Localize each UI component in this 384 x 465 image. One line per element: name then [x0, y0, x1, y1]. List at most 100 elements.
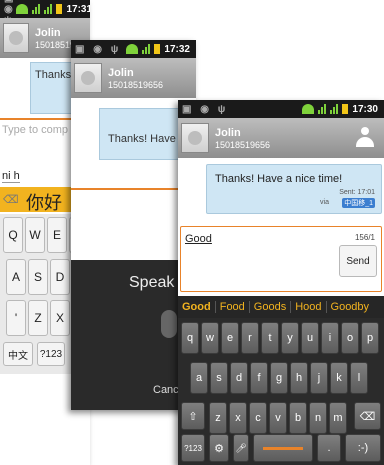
key-0[interactable]: Q: [3, 217, 23, 253]
key-s[interactable]: s: [210, 362, 228, 394]
message-text: Thanks!: [35, 69, 75, 81]
contact-avatar[interactable]: [3, 23, 29, 53]
suggestion-strip: Good Food Goods Hood Goodby: [178, 296, 384, 318]
signal-icon: [318, 104, 327, 114]
key-21[interactable]: Z: [28, 300, 48, 336]
key-z[interactable]: z: [209, 402, 227, 434]
message-sent-time: Sent: 17:01: [339, 189, 375, 196]
key-g[interactable]: g: [270, 362, 288, 394]
delete-key[interactable]: ⌫: [354, 402, 381, 430]
key-y[interactable]: y: [281, 322, 299, 354]
key-n[interactable]: n: [309, 402, 327, 434]
key-j[interactable]: j: [310, 362, 328, 394]
signal-icon-2: [330, 104, 339, 114]
key-f[interactable]: f: [250, 362, 268, 394]
signal-icon: [32, 4, 41, 14]
key-22[interactable]: X: [50, 300, 70, 336]
pinyin-input: ni h: [2, 170, 20, 183]
key-b[interactable]: b: [289, 402, 307, 434]
status-bar: ▣ ◉ ψ 17:32: [71, 40, 196, 58]
message-text: Thanks! Have a: [108, 133, 186, 145]
candidate-word[interactable]: 你好: [26, 189, 62, 215]
status-bar: ▣ ◉ ψ 17:30: [178, 100, 384, 118]
contact-name: Jolin: [215, 126, 241, 139]
battery-icon: [154, 44, 161, 54]
microphone-key[interactable]: 🎤︎: [233, 434, 249, 462]
space-key[interactable]: [253, 434, 313, 462]
key-h[interactable]: h: [290, 362, 308, 394]
key-o[interactable]: o: [341, 322, 359, 354]
char-counter: 156/1: [354, 233, 375, 242]
conversation-header: Jolin 15018519656: [71, 58, 196, 98]
key-v[interactable]: v: [269, 402, 287, 434]
compose-field[interactable]: Type to comp: [2, 124, 68, 136]
status-time: 17:31: [66, 3, 90, 15]
key-11[interactable]: S: [28, 259, 48, 295]
symbols-key[interactable]: ?123: [181, 434, 205, 462]
language-key[interactable]: 中文: [3, 342, 33, 366]
wifi-icon: [16, 4, 29, 14]
key-e[interactable]: e: [221, 322, 239, 354]
key-10[interactable]: A: [6, 259, 26, 295]
compose-area: Good 156/1 Send: [180, 226, 382, 292]
key-1[interactable]: W: [25, 217, 45, 253]
message-text: Thanks! Have a nice time!: [215, 173, 343, 185]
battery-icon: [56, 4, 63, 14]
contact-avatar[interactable]: [74, 63, 102, 93]
signal-icon: [142, 44, 151, 54]
voice-prompt: Speak: [129, 274, 175, 291]
status-time: 17:32: [164, 43, 190, 55]
key-2[interactable]: E: [47, 217, 67, 253]
symbols-key[interactable]: ?123: [37, 342, 65, 366]
conversation-header: Jolin 15018519656: [178, 118, 384, 158]
contact-number: 15018519656: [215, 139, 271, 150]
key-m[interactable]: m: [329, 402, 347, 434]
send-button[interactable]: Send: [339, 245, 377, 277]
suggestion-1[interactable]: Food: [216, 301, 250, 313]
backspace-icon[interactable]: ⌫: [3, 193, 19, 206]
key-12[interactable]: D: [50, 259, 70, 295]
key-d[interactable]: d: [230, 362, 248, 394]
contact-avatar[interactable]: [181, 123, 209, 153]
signal-icon-2: [44, 4, 53, 14]
wifi-icon: [302, 104, 315, 114]
key-w[interactable]: w: [201, 322, 219, 354]
status-bar: ▣ ◉ ψ 17:31: [0, 0, 90, 26]
key-k[interactable]: k: [330, 362, 348, 394]
key-p[interactable]: p: [361, 322, 379, 354]
key-q[interactable]: q: [181, 322, 199, 354]
key-l[interactable]: l: [350, 362, 368, 394]
key-x[interactable]: x: [229, 402, 247, 434]
carrier-badge: 中国移_1: [342, 198, 375, 208]
notification-icons: ▣ ◉ ψ: [182, 103, 229, 115]
contact-name: Jolin: [108, 66, 134, 79]
status-time: 17:30: [352, 103, 378, 115]
qwerty-keyboard: qwertyuiop asdfghjkl zxcvbnm ⇧ ⌫ ?123 ⚙ 🎤︎…: [178, 318, 384, 465]
message-input[interactable]: Good: [185, 233, 212, 245]
phone-front: ▣ ◉ ψ 17:30 Jolin 15018519656 Thanks! Ha…: [178, 100, 384, 465]
key-u[interactable]: u: [301, 322, 319, 354]
contact-name: Jolin: [34, 26, 61, 39]
microphone-icon: [161, 310, 177, 338]
wifi-icon: [126, 44, 139, 54]
contact-person-icon[interactable]: [356, 127, 374, 149]
message-via: via: [320, 199, 329, 206]
smiley-key[interactable]: :-): [345, 434, 381, 462]
shift-key[interactable]: ⇧: [181, 402, 205, 430]
key-a[interactable]: a: [190, 362, 208, 394]
key-c[interactable]: c: [249, 402, 267, 434]
key-t[interactable]: t: [261, 322, 279, 354]
period-key[interactable]: .: [317, 434, 341, 462]
suggestion-0[interactable]: Good: [178, 301, 216, 313]
settings-icon[interactable]: ⚙: [209, 434, 229, 462]
notification-icons: ▣ ◉ ψ: [75, 43, 122, 55]
suggestion-3[interactable]: Hood: [291, 301, 327, 313]
key-r[interactable]: r: [241, 322, 259, 354]
suggestion-4[interactable]: Goodby: [327, 301, 374, 313]
key-i[interactable]: i: [321, 322, 339, 354]
key-20[interactable]: ': [6, 300, 26, 336]
cancel-button[interactable]: Canc: [153, 384, 179, 396]
contact-number: 15018519656: [108, 79, 164, 90]
message-bubble[interactable]: Thanks! Have a nice time! Sent: 17:01 vi…: [206, 164, 382, 214]
suggestion-2[interactable]: Goods: [250, 301, 292, 313]
